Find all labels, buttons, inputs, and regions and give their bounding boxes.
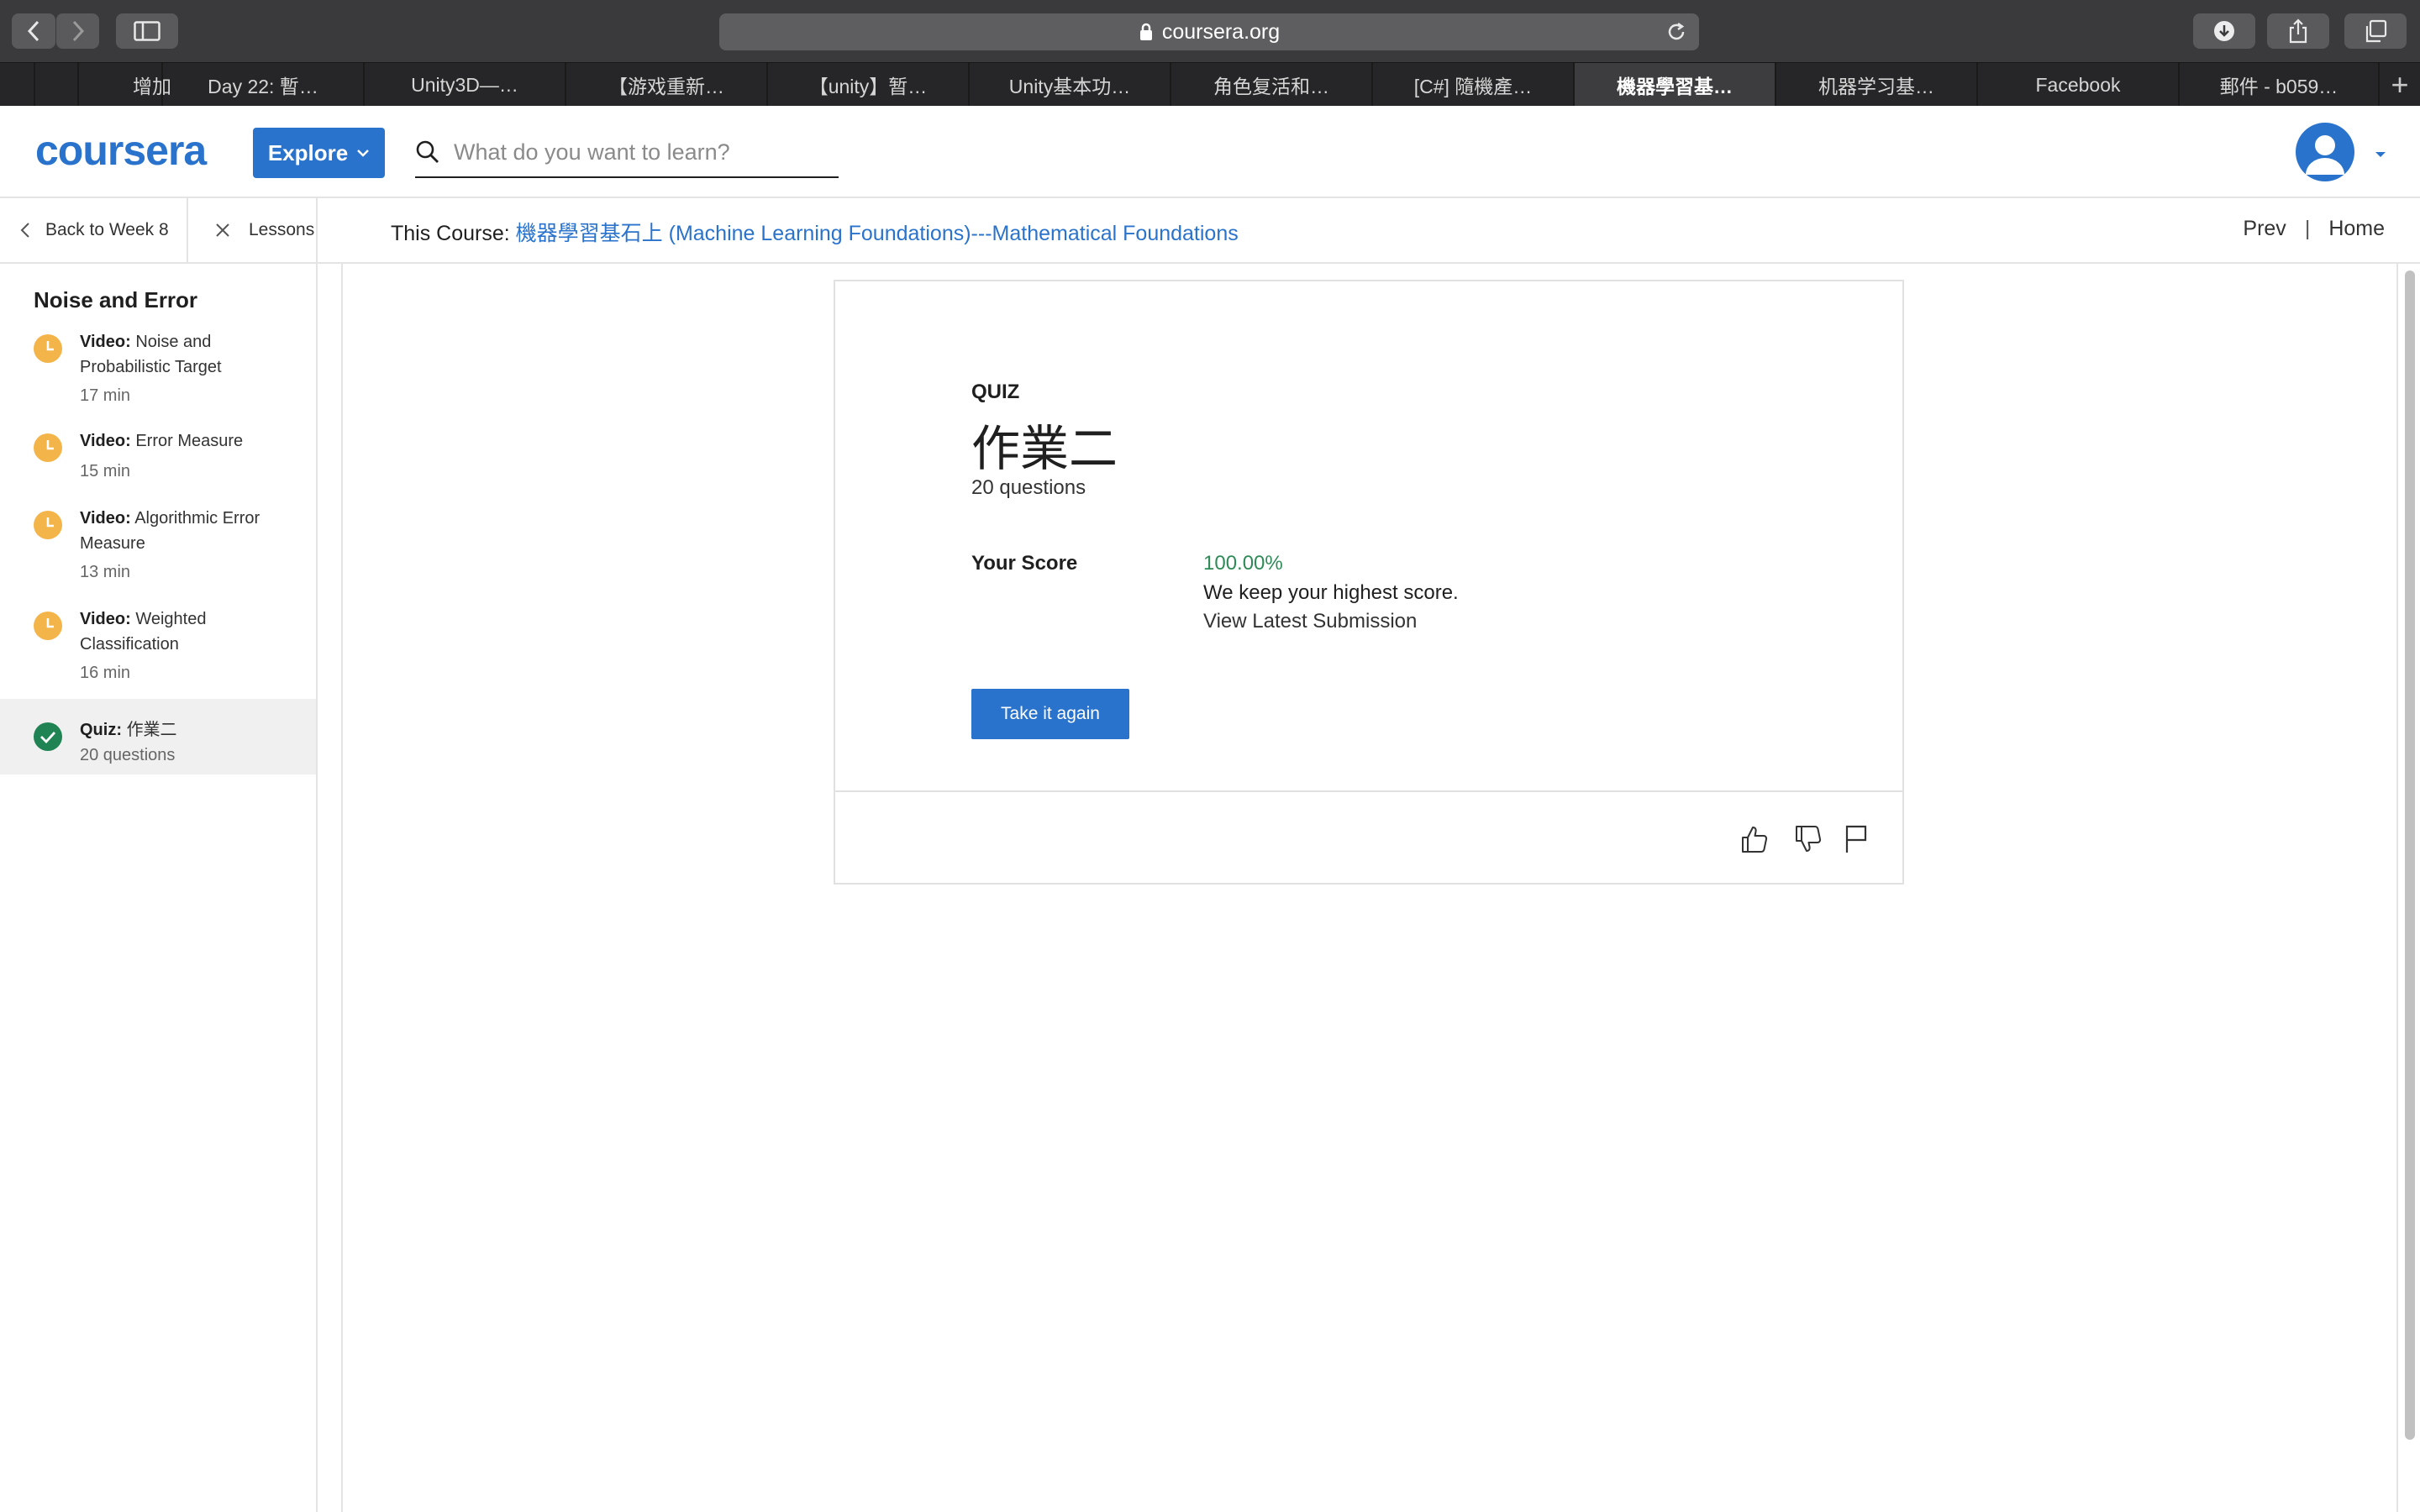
tab-item[interactable]: Facebook [1976, 63, 2178, 107]
back-to-week-link[interactable]: Back to Week 8 [0, 198, 188, 262]
chevron-down-icon [357, 150, 370, 157]
share-icon [2289, 18, 2307, 44]
chevron-left-icon [27, 20, 39, 42]
thumbs-down-icon[interactable] [1793, 824, 1823, 854]
lesson-item[interactable]: Video: Error Measure 15 min [0, 427, 316, 502]
clock-icon [34, 511, 62, 539]
course-link[interactable]: 機器學習基石上 (Machine Learning Foundations)--… [516, 222, 1239, 245]
clock-icon [34, 612, 62, 640]
take-it-again-button[interactable]: Take it again [971, 689, 1129, 739]
quiz-title: 作業二 [971, 420, 1118, 477]
chevron-left-icon [20, 222, 30, 239]
nav-separator: | [2304, 217, 2311, 240]
sidebar-toggle-button[interactable] [116, 13, 178, 49]
thumbs-up-icon[interactable] [1739, 824, 1770, 854]
scrollbar-thumb[interactable] [2405, 270, 2415, 1440]
browser-forward-button[interactable] [55, 13, 99, 49]
url-text: coursera.org [1161, 19, 1281, 44]
site-header: coursera Explore [0, 106, 2420, 198]
clock-icon [34, 334, 62, 363]
lesson-title: Noise and Error [34, 287, 198, 312]
flag-icon[interactable] [1844, 824, 1869, 854]
home-link[interactable]: Home [2328, 217, 2385, 240]
quiz-type-label: QUIZ [971, 381, 1020, 403]
tab-item[interactable]: [C#] 隨機產… [1371, 63, 1573, 107]
search-icon [415, 139, 440, 165]
chevron-right-icon [72, 20, 84, 42]
plus-icon: + [2391, 67, 2409, 102]
sidebar-icon [134, 21, 160, 41]
quiz-card: QUIZ 作業二 20 questions Your Score 100.00%… [834, 280, 1904, 885]
tab-item[interactable]: 【unity】暂… [766, 63, 968, 107]
lessons-toggle[interactable]: Lessons [188, 198, 318, 262]
lesson-item[interactable]: Video: Weighted Classification 16 min [0, 605, 316, 704]
score-value: 100.00% [1203, 552, 1283, 575]
caret-down-icon[interactable] [2375, 148, 2386, 163]
scrollbar[interactable] [2396, 264, 2420, 1512]
lesson-item[interactable]: Video: Algorithmic Error Measure 13 min [0, 504, 316, 603]
tab-bar: 增加 Day 22: 暫… Unity3D—… 【游戏重新… 【unity】暂…… [0, 62, 2420, 107]
search-input[interactable] [454, 139, 807, 165]
tabs-overview-button[interactable] [2344, 13, 2407, 49]
clock-icon [34, 433, 62, 462]
lesson-item[interactable]: Video: Noise and Probabilistic Target 17… [0, 328, 316, 427]
question-count: 20 questions [971, 476, 1086, 499]
tab-item[interactable]: 【游戏重新… [565, 63, 766, 107]
course-subheader: Back to Week 8 Lessons This Course: 機器學習… [0, 198, 2420, 264]
card-divider [835, 790, 1902, 792]
avatar[interactable] [2296, 123, 2354, 181]
tab-item[interactable]: Unity基本功… [968, 63, 1170, 107]
share-button[interactable] [2267, 13, 2329, 49]
user-icon [2306, 135, 2344, 175]
item-navigation: Prev | Home [2243, 217, 2385, 241]
address-bar[interactable]: coursera.org [719, 13, 1699, 50]
tab-item[interactable]: 角色复活和… [1170, 63, 1371, 107]
course-breadcrumb: This Course: 機器學習基石上 (Machine Learning F… [391, 222, 1239, 245]
score-label: Your Score [971, 552, 1078, 575]
score-note: We keep your highest score. [1203, 581, 1459, 604]
browser-toolbar: coursera.org [0, 0, 2420, 62]
view-latest-submission-link[interactable]: View Latest Submission [1203, 610, 1417, 633]
prev-link[interactable]: Prev [2243, 217, 2286, 240]
tab-item[interactable]: Day 22: 暫… [161, 63, 363, 107]
explore-button[interactable]: Explore [253, 128, 385, 178]
downloads-button[interactable] [2193, 13, 2255, 49]
browser-back-button[interactable] [12, 13, 55, 49]
search-bar [415, 128, 839, 178]
tab-item-active[interactable]: 機器學習基… [1573, 63, 1775, 107]
lock-icon [1139, 23, 1154, 41]
tab-item[interactable]: 机器学习基… [1775, 63, 1976, 107]
tab-item[interactable]: 郵件 - b059… [2178, 63, 2378, 107]
lesson-item-current[interactable]: Quiz: 作業二 20 questions [0, 699, 316, 774]
tab-pinned[interactable] [0, 63, 34, 107]
lesson-sidebar: Noise and Error Video: Noise and Probabi… [0, 264, 318, 1512]
tab-pinned[interactable] [34, 63, 77, 107]
reload-icon[interactable] [1665, 20, 1687, 50]
check-circle-icon [34, 722, 62, 751]
download-icon [2214, 21, 2234, 41]
new-tab-button[interactable]: + [2378, 63, 2420, 107]
tab-item[interactable]: Unity3D—… [363, 63, 565, 107]
coursera-logo[interactable]: coursera [35, 126, 207, 175]
close-icon [215, 223, 230, 238]
tabs-icon [2365, 19, 2387, 43]
